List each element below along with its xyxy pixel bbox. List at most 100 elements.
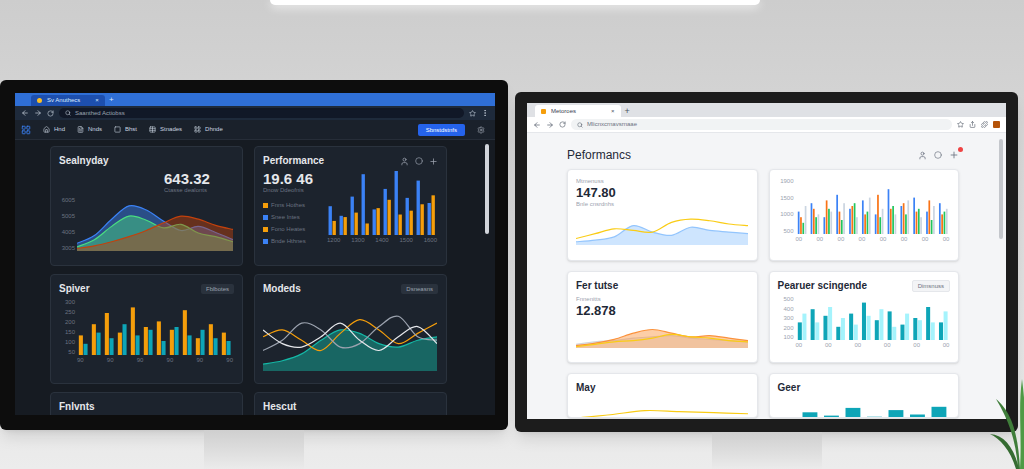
chart-bar[interactable] (861, 200, 863, 234)
nav-item[interactable]: Nnds (77, 126, 102, 133)
chart-bar[interactable] (395, 171, 398, 235)
browser-tab[interactable]: Metoroes× (535, 105, 621, 117)
chart-bar[interactable] (92, 324, 96, 355)
chart-bar[interactable] (945, 209, 947, 234)
chart-bar[interactable] (421, 204, 424, 235)
chart-bar[interactable] (849, 209, 851, 234)
chart-bar[interactable] (868, 198, 870, 234)
chart-bar[interactable] (879, 309, 883, 340)
chart-bar[interactable] (110, 338, 114, 355)
action-button[interactable]: Sbnstdstnfs (418, 124, 465, 136)
apps-grid-icon[interactable] (21, 125, 31, 135)
chart-bar[interactable] (866, 212, 868, 234)
tab-close[interactable]: × (611, 108, 615, 115)
chart-bar[interactable] (905, 314, 909, 340)
chart-bar[interactable] (797, 212, 799, 234)
chart-bar[interactable] (867, 417, 882, 418)
chart-bar[interactable] (209, 324, 213, 355)
chart-bar[interactable] (887, 189, 889, 234)
chart-bar[interactable] (861, 303, 865, 340)
chart-bar[interactable] (222, 333, 226, 355)
chart-bar[interactable] (362, 174, 365, 235)
chart-bar[interactable] (887, 311, 891, 340)
share-icon[interactable] (969, 121, 976, 128)
chart-bar[interactable] (943, 311, 947, 340)
chart-bar[interactable] (183, 310, 187, 355)
chart-bar[interactable] (329, 206, 332, 235)
chart-bar[interactable] (926, 307, 930, 340)
chart-bar[interactable] (351, 197, 354, 235)
user-icon[interactable] (918, 151, 927, 160)
chart-bar[interactable] (227, 341, 231, 355)
chart-bar[interactable] (856, 217, 858, 234)
chart-bar[interactable] (938, 322, 942, 340)
chart-bar[interactable] (879, 217, 881, 234)
nav-item[interactable]: Hnd (43, 126, 65, 133)
chart-bar[interactable] (406, 198, 409, 235)
chart-bar[interactable] (825, 200, 827, 234)
chart-bar[interactable] (802, 412, 817, 418)
tab-close[interactable]: × (95, 97, 99, 104)
chart-bar[interactable] (84, 344, 88, 355)
chart-bar[interactable] (384, 189, 387, 235)
chart-bar[interactable] (149, 330, 153, 355)
chart-bar[interactable] (900, 325, 904, 340)
reload-icon[interactable] (47, 110, 54, 117)
chart-bar[interactable] (815, 217, 817, 234)
chart-bar[interactable] (377, 208, 380, 235)
circle-icon[interactable] (415, 157, 423, 165)
chart-bar[interactable] (943, 212, 945, 234)
chart-bar[interactable] (853, 325, 857, 340)
chart-bar[interactable] (105, 313, 109, 355)
chart-bar[interactable] (894, 214, 896, 234)
chart-bar[interactable] (79, 335, 83, 355)
chart-bar[interactable] (910, 415, 925, 419)
star-icon[interactable] (469, 110, 476, 117)
chart-bar[interactable] (853, 203, 855, 234)
chart-bar[interactable] (810, 309, 814, 340)
chart-bar[interactable] (828, 307, 832, 340)
chart-bar[interactable] (170, 330, 174, 355)
chart-bar[interactable] (928, 200, 930, 234)
chart-bar[interactable] (201, 330, 205, 355)
chart-bar[interactable] (930, 322, 934, 340)
chart-bar[interactable] (118, 333, 122, 355)
chart-bar[interactable] (399, 215, 402, 235)
chart-bar[interactable] (933, 206, 935, 234)
chart-bar[interactable] (815, 322, 819, 340)
chart-bar[interactable] (428, 203, 431, 235)
chart-bar[interactable] (797, 322, 801, 340)
user-icon[interactable] (400, 157, 409, 166)
chart-bar[interactable] (917, 320, 921, 340)
reload-icon[interactable] (559, 121, 566, 128)
chart-bar[interactable] (162, 341, 166, 355)
chart-bar[interactable] (874, 320, 878, 340)
chart-bar[interactable] (931, 407, 946, 418)
chart-bar[interactable] (892, 327, 896, 340)
forward-icon[interactable] (546, 121, 554, 129)
chart-bar[interactable] (355, 213, 358, 235)
card-button[interactable]: Dsneasns (401, 284, 438, 294)
chart-bar[interactable] (824, 416, 839, 418)
back-icon[interactable] (533, 121, 541, 129)
chart-bar[interactable] (913, 198, 915, 234)
chart-bar[interactable] (344, 217, 347, 235)
chart-bar[interactable] (845, 408, 860, 418)
chart-bar[interactable] (851, 206, 853, 234)
circle-icon[interactable] (934, 151, 942, 159)
chart-bar[interactable] (340, 216, 343, 235)
chart-bar[interactable] (410, 211, 413, 235)
avatar-icon[interactable] (993, 121, 1000, 128)
chart-bar[interactable] (781, 418, 796, 419)
chart-bar[interactable] (830, 212, 832, 234)
chart-bar[interactable] (917, 209, 919, 234)
scrollbar[interactable] (485, 144, 489, 234)
chart-bar[interactable] (196, 338, 200, 355)
nav-item[interactable]: Stnades (149, 126, 182, 133)
chart-bar[interactable] (417, 181, 420, 235)
chart-bar[interactable] (920, 217, 922, 234)
chart-bar[interactable] (97, 333, 101, 355)
chart-bar[interactable] (902, 203, 904, 234)
chart-bar[interactable] (840, 220, 842, 234)
chart-bar[interactable] (388, 200, 391, 235)
